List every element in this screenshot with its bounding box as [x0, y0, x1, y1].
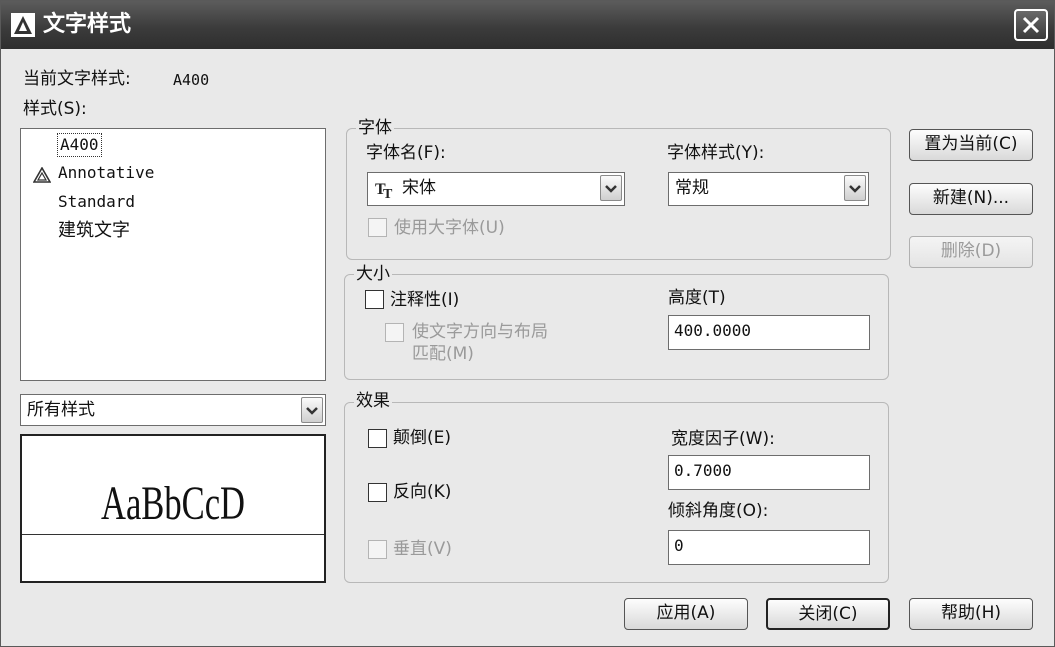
list-item[interactable]: Annotative [58, 162, 154, 184]
upside-down-checkbox[interactable] [368, 429, 387, 448]
set-current-button[interactable]: 置为当前(C) [909, 129, 1033, 161]
vertical-checkbox[interactable] [368, 540, 387, 559]
current-style-value: A400 [173, 71, 210, 89]
chevron-down-icon[interactable] [844, 175, 866, 201]
size-group-title: 大小 [354, 264, 392, 284]
help-button[interactable]: 帮助(H) [909, 598, 1033, 630]
style-filter-value: 所有样式 [27, 400, 95, 420]
font-style-value: 常规 [675, 178, 709, 198]
delete-style-button[interactable]: 删除(D) [909, 236, 1033, 268]
close-button[interactable]: 关闭(C) [766, 598, 890, 630]
current-style-label: 当前文字样式: [23, 69, 131, 89]
annotative-icon [32, 166, 52, 187]
vertical-label: 垂直(V) [393, 539, 452, 559]
text-style-dialog: 文字样式 当前文字样式: A400 样式(S): A400 Annotative… [0, 0, 1055, 647]
oblique-angle-label: 倾斜角度(O): [668, 501, 769, 521]
style-list[interactable]: A400 Annotative Standard 建筑文字 [20, 128, 326, 381]
oblique-angle-value: 0 [674, 536, 684, 555]
font-style-dropdown[interactable]: 常规 [668, 172, 869, 206]
font-name-label: 字体名(F): [366, 143, 446, 163]
effects-group-title: 效果 [354, 391, 392, 411]
use-big-font-label: 使用大字体(U) [394, 218, 505, 238]
preview-baseline [22, 534, 324, 535]
font-style-label: 字体样式(Y): [667, 143, 765, 163]
annotative-checkbox[interactable] [365, 290, 384, 309]
preview-text: AaBbCcD [101, 477, 245, 530]
font-name-dropdown[interactable]: T T 宋体 [367, 172, 625, 206]
width-factor-value: 0.7000 [674, 461, 732, 480]
backwards-label: 反向(K) [393, 482, 452, 502]
backwards-checkbox[interactable] [368, 483, 387, 502]
new-style-button[interactable]: 新建(N)... [909, 183, 1033, 215]
oblique-angle-input[interactable]: 0 [668, 530, 870, 565]
list-item[interactable]: 建筑文字 [58, 220, 130, 242]
style-preview: AaBbCcD [20, 434, 326, 583]
use-big-font-checkbox[interactable] [368, 218, 387, 237]
close-icon [1022, 16, 1040, 34]
font-group-title: 字体 [356, 118, 394, 138]
svg-text:T: T [383, 187, 393, 199]
chevron-down-icon[interactable] [301, 397, 323, 423]
truetype-icon: T T [375, 179, 397, 203]
height-input[interactable]: 400.0000 [668, 315, 870, 350]
match-orientation-label-line2: 匹配(M) [412, 344, 474, 364]
width-factor-label: 宽度因子(W): [671, 429, 775, 449]
chevron-down-icon[interactable] [600, 175, 622, 201]
apply-button[interactable]: 应用(A) [624, 598, 748, 630]
title-bar[interactable]: 文字样式 [1, 1, 1054, 49]
dialog-title: 文字样式 [43, 12, 132, 37]
width-factor-input[interactable]: 0.7000 [668, 455, 870, 490]
match-orientation-checkbox[interactable] [385, 323, 404, 342]
styles-label: 样式(S): [23, 99, 87, 119]
close-window-button[interactable] [1014, 9, 1048, 41]
font-name-value: 宋体 [402, 178, 436, 198]
annotative-label: 注释性(I) [390, 290, 460, 310]
style-filter-dropdown[interactable]: 所有样式 [20, 394, 326, 426]
upside-down-label: 颠倒(E) [393, 428, 452, 448]
list-item[interactable]: A400 [57, 133, 102, 157]
match-orientation-label-line1: 使文字方向与布局 [412, 322, 548, 342]
height-value: 400.0000 [674, 321, 752, 340]
autocad-logo-icon [11, 13, 35, 37]
height-label: 高度(T) [668, 288, 726, 308]
list-item[interactable]: Standard [58, 191, 135, 213]
